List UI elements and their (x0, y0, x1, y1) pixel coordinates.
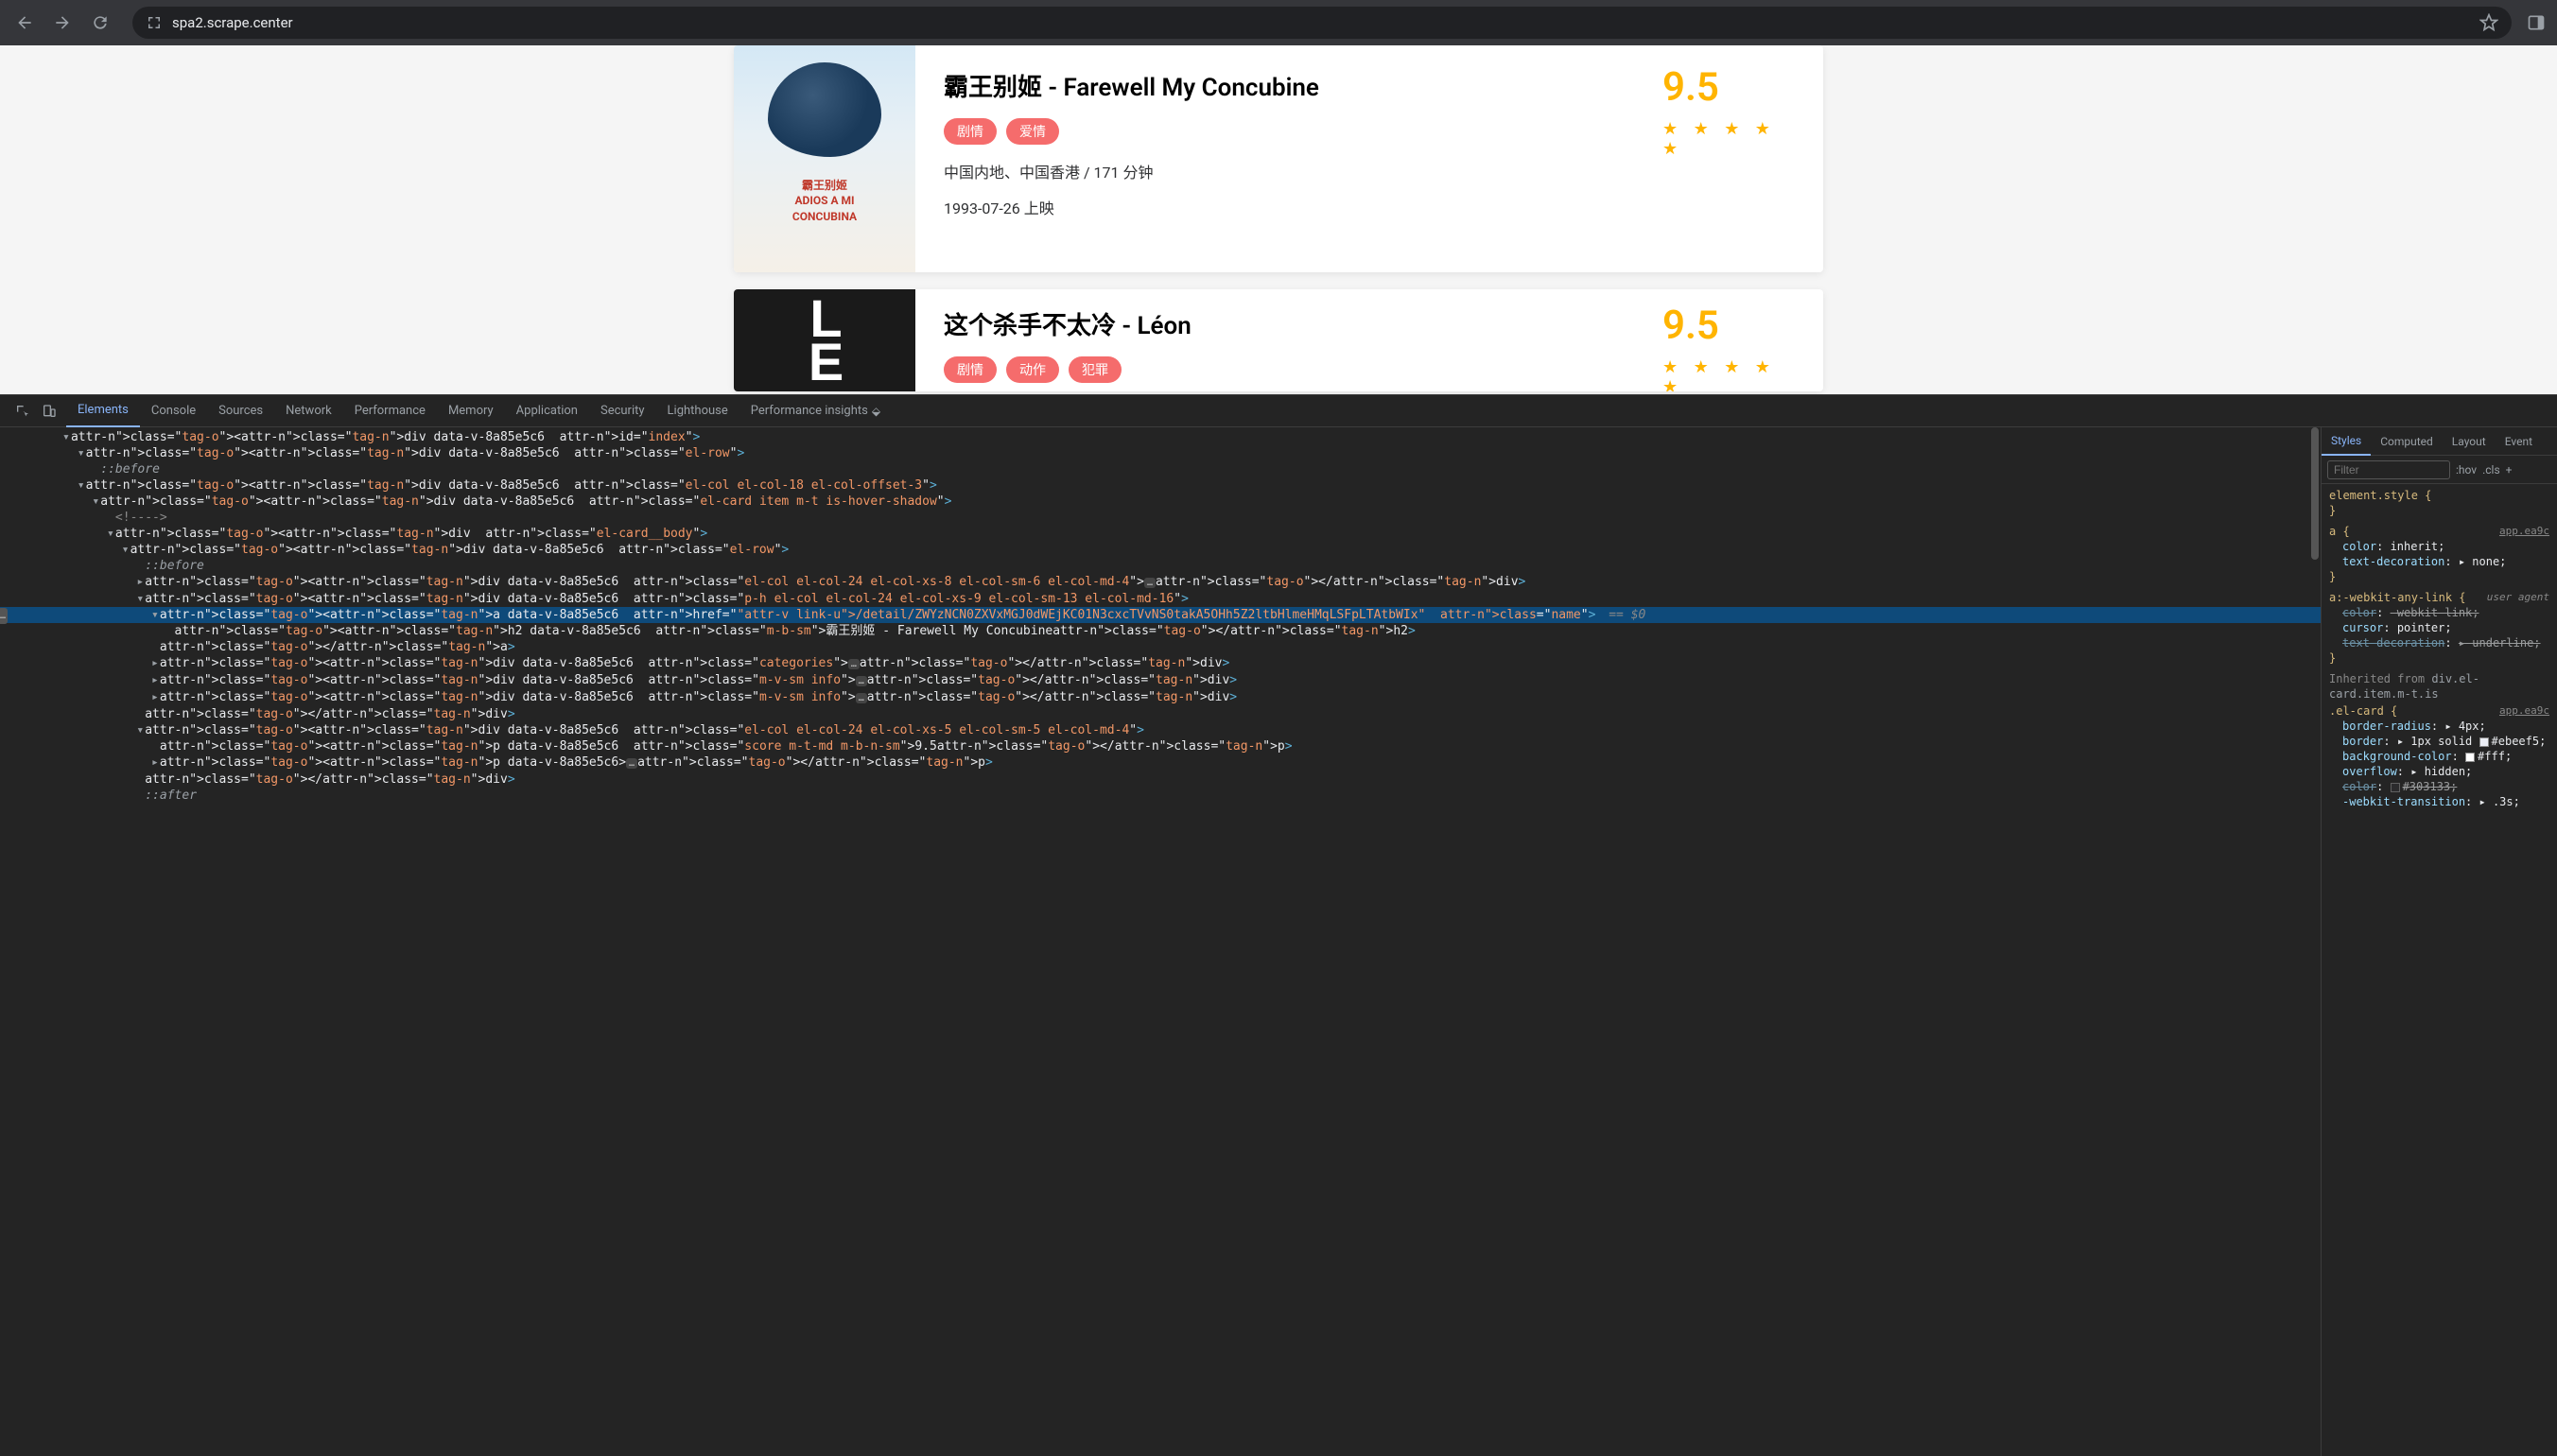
css-rule[interactable]: user agenta:-webkit-any-link {color: -we… (2329, 590, 2549, 666)
url-text: spa2.scrape.center (172, 14, 293, 31)
css-rules[interactable]: element.style {} app.ea9ca {color: inheri… (2322, 484, 2557, 1456)
movie-list: 霸王别姬 - Farewell My Concubine 剧情 爱情 中国内地、… (734, 45, 1823, 391)
styles-tabs: StylesComputedLayoutEvent (2322, 427, 2557, 456)
dom-node[interactable]: ▾attr-n">class="tag-o"><attr-n">class="t… (0, 445, 2321, 461)
devtools-main: ▾attr-n">class="tag-o"><attr-n">class="t… (0, 427, 2557, 1456)
devtools-tab-performance[interactable]: Performance (343, 395, 437, 427)
score-value: 9.5 (1662, 68, 1795, 108)
hov-toggle[interactable]: :hov (2456, 463, 2477, 477)
styles-tab-computed[interactable]: Computed (2371, 427, 2443, 456)
back-icon[interactable] (15, 13, 34, 32)
tag[interactable]: 剧情 (944, 356, 997, 383)
dom-node[interactable]: <!----> (0, 510, 2321, 526)
css-rule[interactable]: app.ea9c.el-card {border-radius: ▸ 4px;b… (2329, 703, 2549, 809)
tag[interactable]: 爱情 (1006, 118, 1059, 145)
movie-card: 霸王别姬 - Farewell My Concubine 剧情 爱情 中国内地、… (734, 45, 1823, 272)
devtools-tab-application[interactable]: Application (505, 395, 589, 427)
dom-node[interactable]: ::after (0, 788, 2321, 804)
star-icons: ★ ★ ★ ★ ★ (1662, 119, 1795, 159)
devtools-tab-sources[interactable]: Sources (207, 395, 274, 427)
reload-icon[interactable] (91, 13, 110, 32)
movie-tags: 剧情 爱情 (944, 118, 1606, 145)
dom-node[interactable]: ▾attr-n">class="tag-o"><attr-n">class="t… (0, 542, 2321, 558)
device-toggle-icon[interactable] (42, 404, 57, 419)
css-rule[interactable]: app.ea9ca {color: inherit;text-decoratio… (2329, 524, 2549, 584)
devtools-tab-memory[interactable]: Memory (437, 395, 505, 427)
cls-toggle[interactable]: .cls (2482, 463, 2500, 477)
movie-tags: 剧情 动作 犯罪 (944, 356, 1606, 383)
devtools-tab-performance-insights[interactable]: Performance insights⬙ (739, 395, 892, 427)
movie-region-runtime: 中国内地、中国香港 / 171 分钟 (944, 160, 1606, 182)
dom-node[interactable]: ▸attr-n">class="tag-o"><attr-n">class="t… (0, 689, 2321, 706)
styles-filter-input[interactable] (2327, 460, 2450, 479)
site-info-icon[interactable] (146, 14, 163, 31)
browser-toolbar: spa2.scrape.center (0, 0, 2557, 45)
dom-node[interactable]: ▾attr-n">class="tag-o"><attr-n">class="t… (0, 477, 2321, 494)
movie-title[interactable]: 霸王别姬 - Farewell My Concubine (944, 68, 1606, 103)
dom-node[interactable]: attr-n">class="tag-o"></attr-n">class="t… (0, 771, 2321, 788)
styles-tab-layout[interactable]: Layout (2443, 427, 2496, 456)
inspect-icon[interactable] (15, 404, 30, 419)
movie-poster[interactable] (734, 45, 915, 272)
score-value: 9.5 (1662, 306, 1795, 346)
devtools-tab-security[interactable]: Security (589, 395, 656, 427)
dom-node[interactable]: ::before (0, 558, 2321, 574)
dom-node[interactable]: ▸attr-n">class="tag-o"><attr-n">class="t… (0, 655, 2321, 672)
dom-node[interactable]: attr-n">class="tag-o"><attr-n">class="ta… (0, 623, 2321, 639)
styles-tab-event[interactable]: Event (2496, 427, 2542, 456)
elements-tree[interactable]: ▾attr-n">class="tag-o"><attr-n">class="t… (0, 427, 2321, 1456)
scrollbar-thumb[interactable] (2311, 427, 2319, 560)
address-bar[interactable]: spa2.scrape.center (132, 7, 2512, 39)
movie-card: LE 这个杀手不太冷 - Léon 剧情 动作 犯罪 9.5 ★ ★ ★ ★ ★ (734, 289, 1823, 391)
dom-node[interactable]: ::before (0, 461, 2321, 477)
new-rule-button[interactable]: + (2506, 463, 2513, 477)
tag[interactable]: 犯罪 (1069, 356, 1122, 383)
devtools-tab-lighthouse[interactable]: Lighthouse (656, 395, 739, 427)
dom-node[interactable]: ▾attr-n">class="tag-o"><attr-n">class="t… (0, 607, 2321, 623)
movie-title[interactable]: 这个杀手不太冷 - Léon (944, 306, 1606, 341)
rating: 9.5 ★ ★ ★ ★ ★ (1634, 45, 1823, 272)
forward-icon[interactable] (53, 13, 72, 32)
page-viewport: 霸王别姬 - Farewell My Concubine 剧情 爱情 中国内地、… (0, 45, 2557, 394)
devtools-panel: ElementsConsoleSourcesNetworkPerformance… (0, 394, 2557, 1456)
dom-node[interactable]: ▾attr-n">class="tag-o"><attr-n">class="t… (0, 591, 2321, 607)
devtools-toggle-group (6, 404, 66, 419)
devtools-tab-console[interactable]: Console (140, 395, 207, 427)
dom-node[interactable]: attr-n">class="tag-o"></attr-n">class="t… (0, 706, 2321, 722)
devtools-tab-elements[interactable]: Elements (66, 395, 140, 427)
dom-node[interactable]: ▾attr-n">class="tag-o"><attr-n">class="t… (0, 722, 2321, 738)
dom-node[interactable]: ▸attr-n">class="tag-o"><attr-n">class="t… (0, 754, 2321, 771)
nav-controls (8, 13, 117, 32)
devtools-tabs: ElementsConsoleSourcesNetworkPerformance… (0, 395, 2557, 427)
styles-toolbar: :hov .cls + (2322, 456, 2557, 484)
tag[interactable]: 动作 (1006, 356, 1059, 383)
dom-node[interactable]: attr-n">class="tag-o"></attr-n">class="t… (0, 639, 2321, 655)
styles-sidebar: StylesComputedLayoutEvent :hov .cls + el… (2321, 427, 2557, 1456)
bookmark-star-icon[interactable] (2479, 13, 2498, 32)
rating: 9.5 ★ ★ ★ ★ ★ (1634, 289, 1823, 391)
movie-poster[interactable]: LE (734, 289, 915, 391)
css-rule[interactable]: element.style {} (2329, 488, 2549, 518)
movie-release: 1993-07-26 上映 (944, 196, 1606, 218)
movie-body: 这个杀手不太冷 - Léon 剧情 动作 犯罪 (915, 289, 1634, 391)
styles-tab-styles[interactable]: Styles (2322, 427, 2371, 456)
dom-node[interactable]: ▾attr-n">class="tag-o"><attr-n">class="t… (0, 494, 2321, 510)
dom-node[interactable]: ▾attr-n">class="tag-o"><attr-n">class="t… (0, 429, 2321, 445)
movie-body: 霸王别姬 - Farewell My Concubine 剧情 爱情 中国内地、… (915, 45, 1634, 272)
tag[interactable]: 剧情 (944, 118, 997, 145)
dom-node[interactable]: ▾attr-n">class="tag-o"><attr-n">class="t… (0, 526, 2321, 542)
dom-node[interactable]: ▸attr-n">class="tag-o"><attr-n">class="t… (0, 574, 2321, 591)
toolbar-right (2527, 13, 2549, 32)
devtools-tab-network[interactable]: Network (274, 395, 343, 427)
inherited-from: Inherited from div.el-card.item.m-t.is (2329, 671, 2549, 702)
dom-node[interactable]: attr-n">class="tag-o"><attr-n">class="ta… (0, 738, 2321, 754)
dom-node[interactable]: ▸attr-n">class="tag-o"><attr-n">class="t… (0, 672, 2321, 689)
breakpoint-indicator[interactable]: … (0, 608, 8, 624)
side-panel-icon[interactable] (2527, 13, 2546, 32)
star-icons: ★ ★ ★ ★ ★ (1662, 357, 1795, 391)
